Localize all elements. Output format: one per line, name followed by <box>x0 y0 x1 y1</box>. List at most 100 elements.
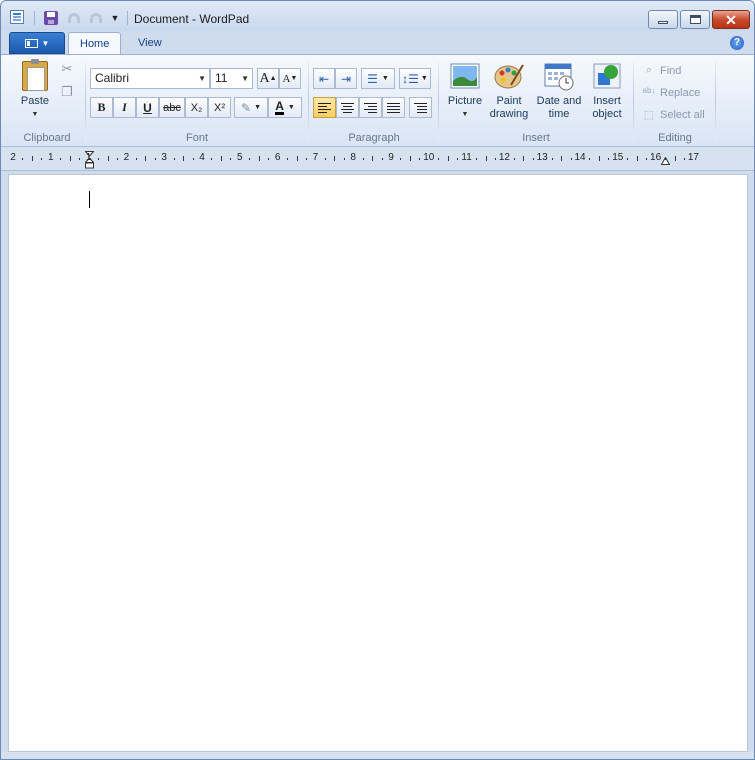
font-family-combo[interactable]: Calibri ▼ <box>90 68 210 89</box>
group-separator <box>715 61 716 141</box>
shrink-font-icon: A <box>282 72 291 85</box>
minimize-button[interactable] <box>648 10 678 29</box>
ruler-dot <box>79 158 81 160</box>
ruler-number: 14 <box>574 152 586 163</box>
chevron-down-icon: ▼ <box>198 74 206 83</box>
highlight-color-button[interactable]: ✎ ▼ <box>234 97 268 118</box>
replace-icon: ab↓ <box>642 86 656 95</box>
qat-separator <box>127 11 128 25</box>
paragraph-settings-button[interactable] <box>409 97 432 118</box>
undo-button[interactable] <box>65 9 83 27</box>
paint-palette-icon <box>494 64 524 89</box>
application-menu-button[interactable]: ▼ <box>9 32 65 54</box>
ruler-dot <box>135 158 137 160</box>
ruler-dot <box>211 158 213 160</box>
date-time-button[interactable]: Date and time <box>532 61 586 121</box>
save-button[interactable] <box>42 9 60 27</box>
date-label-line1: Date and <box>536 95 582 107</box>
paint-label-line2: drawing <box>489 108 529 120</box>
font-color-button[interactable]: A ▼ <box>268 97 302 118</box>
decrease-indent-icon: ⇤ <box>318 71 330 86</box>
italic-button[interactable]: I <box>113 97 136 118</box>
ruler-dot <box>305 158 307 160</box>
ruler-dot <box>532 158 534 160</box>
bold-button[interactable]: B <box>90 97 113 118</box>
superscript-button[interactable]: X² <box>208 97 231 118</box>
strikethrough-button[interactable]: abc <box>159 97 185 118</box>
ruler-number: 4 <box>199 152 205 163</box>
wordpad-app-icon[interactable] <box>10 10 24 24</box>
ruler-number: 2 <box>123 152 130 163</box>
ruler-dot <box>230 158 232 160</box>
ruler-dot <box>551 158 553 160</box>
highlighter-icon: ✎ <box>241 100 252 115</box>
close-button[interactable]: ✕ <box>712 10 750 29</box>
insert-picture-button[interactable]: Picture ▼ <box>444 61 486 121</box>
group-separator <box>308 61 309 141</box>
chevron-down-icon: ▼ <box>31 111 39 118</box>
maximize-button[interactable] <box>680 10 710 29</box>
select-all-button[interactable]: ⬚ Select all <box>642 108 705 122</box>
ruler-dot <box>362 158 364 160</box>
font-size-combo[interactable]: 11 ▼ <box>210 68 253 89</box>
select-all-label: Select all <box>660 108 705 121</box>
underline-button[interactable]: U <box>136 97 159 118</box>
justify-button[interactable] <box>382 97 405 118</box>
ruler-number: 3 <box>161 152 167 163</box>
ruler-dot <box>400 158 402 160</box>
calendar-clock-icon <box>544 63 574 91</box>
increase-indent-button[interactable]: ⇥ <box>335 68 357 89</box>
subscript-button[interactable]: X₂ <box>185 97 208 118</box>
replace-button[interactable]: ab↓ Replace <box>642 86 701 99</box>
copy-icon[interactable]: ❐ <box>59 84 75 100</box>
cut-icon[interactable]: ✂ <box>59 61 75 77</box>
insert-object-button[interactable]: Insert object <box>586 61 628 121</box>
justify-icon <box>387 102 400 113</box>
select-all-icon: ⬚ <box>643 109 655 121</box>
find-button[interactable]: ⌕ Find <box>642 64 682 77</box>
ruler-tick <box>145 156 147 161</box>
ruler-number: 1 <box>48 152 54 163</box>
ruler-dot <box>646 158 648 160</box>
ruler[interactable]: 2 1 1 2 3 4 5 6 7 8 9 10 11 12 13 14 15 16 17 <box>1 147 754 171</box>
line-spacing-button[interactable]: ↕☰ ▼ <box>399 68 431 89</box>
paragraph-group-label: Paragraph <box>348 132 400 144</box>
paint-drawing-button[interactable]: Paint drawing <box>486 61 532 121</box>
paste-button[interactable]: Paste ▼ <box>17 59 53 121</box>
ribbon-tab-row: ▼ Home View ? <box>1 31 754 55</box>
find-label: Find <box>660 64 682 77</box>
increase-indent-icon: ⇥ <box>340 71 352 86</box>
decrease-indent-button[interactable]: ⇤ <box>313 68 335 89</box>
ruler-dot <box>98 158 100 160</box>
ruler-dot <box>60 158 62 160</box>
align-right-button[interactable] <box>359 97 382 118</box>
group-separator <box>633 61 634 141</box>
bullet-list-button[interactable]: ☰ ▼ <box>361 68 395 89</box>
ruler-dot <box>192 158 194 160</box>
bullet-list-icon: ☰ <box>367 71 378 86</box>
paste-icon <box>22 59 48 91</box>
paint-label-line1: Paint <box>496 95 522 107</box>
align-left-button[interactable] <box>313 97 336 118</box>
ruler-number: 15 <box>612 152 624 163</box>
align-center-button[interactable] <box>336 97 359 118</box>
ruler-tick <box>674 156 676 161</box>
ruler-dot <box>249 158 251 160</box>
picture-icon <box>450 63 480 89</box>
redo-button[interactable] <box>87 9 105 27</box>
help-icon[interactable]: ? <box>730 36 744 50</box>
document-area[interactable] <box>8 174 748 752</box>
tab-view[interactable]: View <box>127 32 173 55</box>
grow-font-button[interactable]: A ▲ <box>257 68 279 89</box>
group-separator <box>85 61 86 141</box>
ruler-tick <box>561 156 563 161</box>
shrink-font-button[interactable]: A ▼ <box>279 68 301 89</box>
ruler-tick <box>598 156 600 161</box>
tab-home[interactable]: Home <box>68 32 122 55</box>
chevron-down-icon: ▼ <box>381 75 389 82</box>
ribbon: Paste ▼ ✂ ❐ Clipboard Calibri ▼ 11 ▼ A ▲ … <box>1 54 754 147</box>
ruler-tick <box>258 156 260 161</box>
customize-qat-button[interactable]: ▼ <box>106 9 124 27</box>
chevron-down-icon: ▼ <box>41 38 50 48</box>
ruler-tick <box>372 156 374 161</box>
